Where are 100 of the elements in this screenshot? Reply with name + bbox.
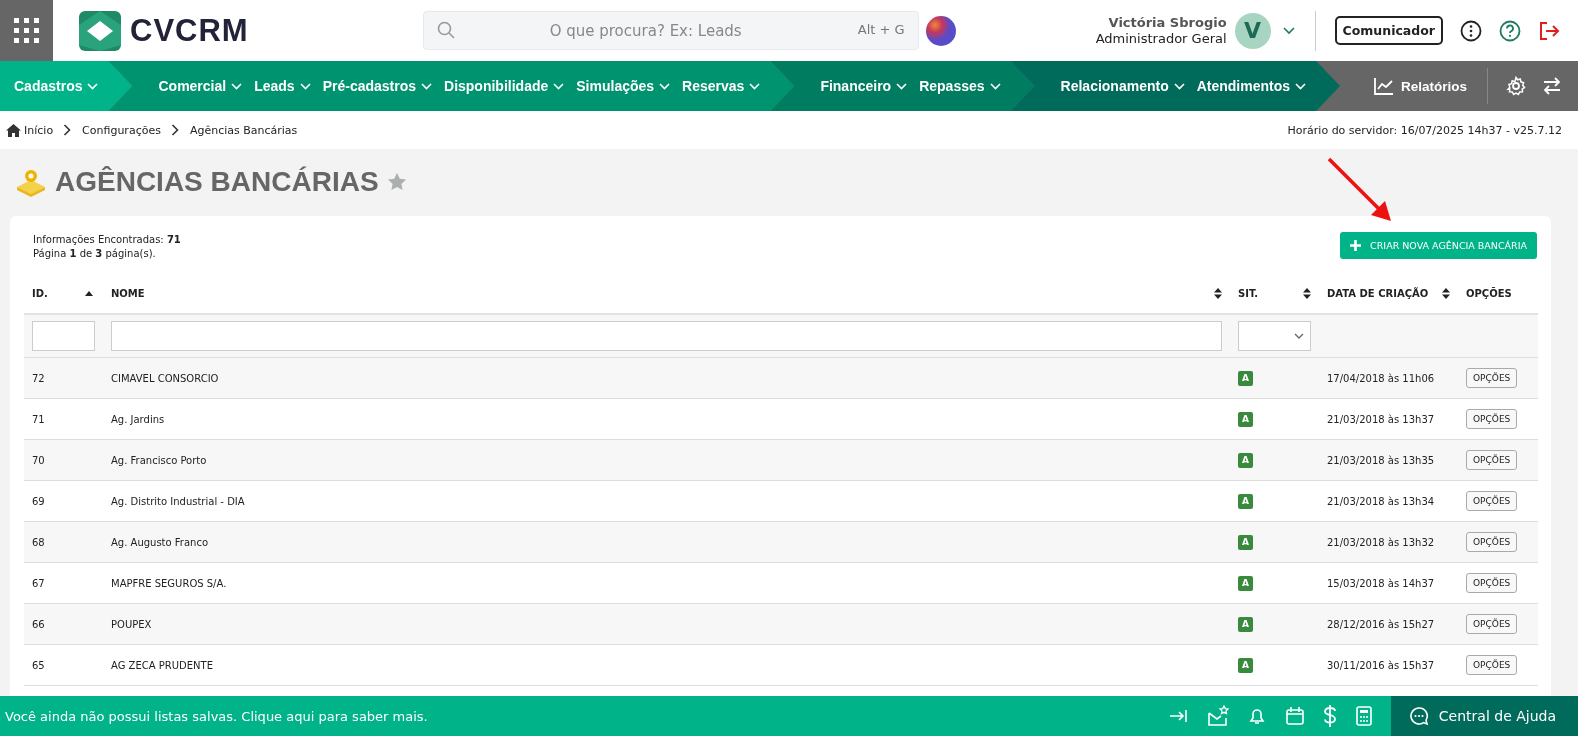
menu-item[interactable]: Comercial <box>158 78 243 94</box>
chevron-down-icon <box>299 82 311 90</box>
table-cell: 28/12/2016 às 15h27 <box>1327 618 1435 630</box>
user-avatar[interactable]: V <box>1234 12 1271 49</box>
line-chart-icon <box>1373 77 1394 95</box>
status-badge: A <box>1238 452 1253 468</box>
breadcrumb-link[interactable]: Início <box>24 123 54 137</box>
server-time: Horário do servidor: 16/07/2025 14h37 - v25.7.12 <box>1287 123 1562 137</box>
settings-icon[interactable] <box>1506 76 1526 96</box>
menu-item[interactable]: Reservas <box>682 78 761 94</box>
status-badge: A <box>1238 493 1253 509</box>
options-button[interactable]: OPÇÕES <box>1466 655 1518 675</box>
status-badge: A <box>1238 616 1253 632</box>
table-cell: 15/03/2018 às 14h37 <box>1327 577 1435 589</box>
chevron-down-icon <box>231 82 243 90</box>
table-cell: 65 <box>32 659 45 671</box>
status-badge: A <box>1238 657 1253 673</box>
communicator-button[interactable]: Comunicador <box>1334 16 1443 45</box>
assistant-orb-icon[interactable] <box>924 14 957 47</box>
table-cell: MAPFRE SEGUROS S/A. <box>111 577 227 589</box>
options-button[interactable]: OPÇÕES <box>1466 491 1518 511</box>
options-button[interactable]: OPÇÕES <box>1466 573 1518 593</box>
help-center-button[interactable]: Central de Ajuda <box>1390 696 1578 736</box>
chevron-right-icon <box>170 124 179 136</box>
user-role: Administrador Geral <box>1095 30 1227 47</box>
logo-icon <box>79 10 121 51</box>
grid-icon <box>13 17 40 44</box>
table-cell: 69 <box>32 495 45 507</box>
table-cell: 70 <box>32 454 45 466</box>
chevron-down-icon <box>87 82 99 90</box>
apps-menu-button[interactable] <box>0 0 53 61</box>
help-icon[interactable] <box>1499 19 1521 42</box>
table-cell: CIMAVEL CONSORCIO <box>111 372 219 384</box>
menu-item[interactable]: Atendimentos <box>1196 78 1307 94</box>
menu-item[interactable]: Repasses <box>919 78 1001 94</box>
info-menu-icon[interactable] <box>1460 19 1482 42</box>
mail-star-icon[interactable] <box>1206 705 1229 727</box>
table-cell: AG ZECA PRUDENTE <box>111 659 213 671</box>
table-cell: 21/03/2018 às 13h32 <box>1327 536 1435 548</box>
plus-icon <box>1350 240 1362 251</box>
options-button[interactable]: OPÇÕES <box>1466 450 1518 470</box>
id-filter-field[interactable] <box>32 321 95 351</box>
status-badge: A <box>1238 370 1253 386</box>
table-cell: Ag. Francisco Porto <box>111 454 207 466</box>
table-cell: 72 <box>32 372 45 384</box>
chevron-down-icon <box>1295 82 1307 90</box>
chevron-down-icon <box>659 82 671 90</box>
table-cell: 21/03/2018 às 13h37 <box>1327 413 1435 425</box>
user-name: Victória Sbrogio <box>1108 14 1227 31</box>
chevron-down-icon <box>896 82 908 90</box>
status-badge: A <box>1238 575 1253 591</box>
chevron-down-icon <box>421 82 433 90</box>
logo-text: CVCRM <box>130 12 249 49</box>
menu-item[interactable]: Pré-cadastros <box>322 78 433 94</box>
options-button[interactable]: OPÇÕES <box>1466 532 1518 552</box>
search-icon <box>436 21 455 39</box>
table-cell: 67 <box>32 577 45 589</box>
dollar-icon[interactable] <box>1322 705 1337 727</box>
status-filter-select[interactable] <box>1238 321 1311 351</box>
chevron-down-icon <box>1294 333 1304 339</box>
calculator-icon[interactable] <box>1354 706 1373 726</box>
gear-box-icon <box>15 167 47 197</box>
name-filter-field[interactable] <box>111 321 1222 351</box>
status-badge: A <box>1238 534 1253 550</box>
table-cell: 21/03/2018 às 13h35 <box>1327 454 1435 466</box>
options-button[interactable]: OPÇÕES <box>1466 368 1518 388</box>
reports-link[interactable]: Relatórios <box>1373 77 1467 95</box>
chevron-down-icon <box>553 82 565 90</box>
menu-item[interactable]: Financeiro <box>820 78 908 94</box>
chevron-down-icon <box>1173 82 1185 90</box>
table-cell: 30/11/2016 às 15h37 <box>1327 659 1435 671</box>
chevron-right-icon <box>63 124 72 136</box>
table-cell: Ag. Augusto Franco <box>111 536 209 548</box>
table-cell: 21/03/2018 às 13h34 <box>1327 495 1435 507</box>
status-badge: A <box>1238 411 1253 427</box>
home-icon <box>6 123 21 137</box>
chevron-down-icon[interactable] <box>1282 26 1295 35</box>
calendar-icon[interactable] <box>1284 706 1305 726</box>
options-button[interactable]: OPÇÕES <box>1466 614 1518 634</box>
table-cell: 71 <box>32 413 45 425</box>
chat-icon <box>1408 706 1429 726</box>
shortcut-hint: Alt + G <box>857 22 905 37</box>
menu-item[interactable]: Disponibilidade <box>444 78 565 94</box>
table-cell: POUPEX <box>111 618 152 630</box>
table-cell: 68 <box>32 536 45 548</box>
menu-item[interactable]: Relacionamento <box>1060 78 1185 94</box>
chevron-down-icon <box>749 82 761 90</box>
logout-icon[interactable] <box>1538 19 1560 42</box>
breadcrumb-link[interactable]: Agências Bancárias <box>189 123 298 137</box>
options-button[interactable]: OPÇÕES <box>1466 409 1518 429</box>
favorite-star-icon[interactable] <box>386 172 407 192</box>
result-summary: Página 1 de 3 página(s). <box>33 247 157 261</box>
result-summary: Informações Encontradas: 71 <box>33 233 182 247</box>
table-cell: Ag. Jardins <box>111 413 165 425</box>
menu-item[interactable]: Leads <box>254 78 311 94</box>
swap-icon[interactable] <box>1542 76 1562 96</box>
table-cell: 17/04/2018 às 11h06 <box>1327 372 1435 384</box>
menu-item[interactable]: Simulações <box>576 78 671 94</box>
table-cell: Ag. Distrito Industrial - DIA <box>111 495 245 507</box>
breadcrumb-link[interactable]: Configurações <box>82 123 161 137</box>
